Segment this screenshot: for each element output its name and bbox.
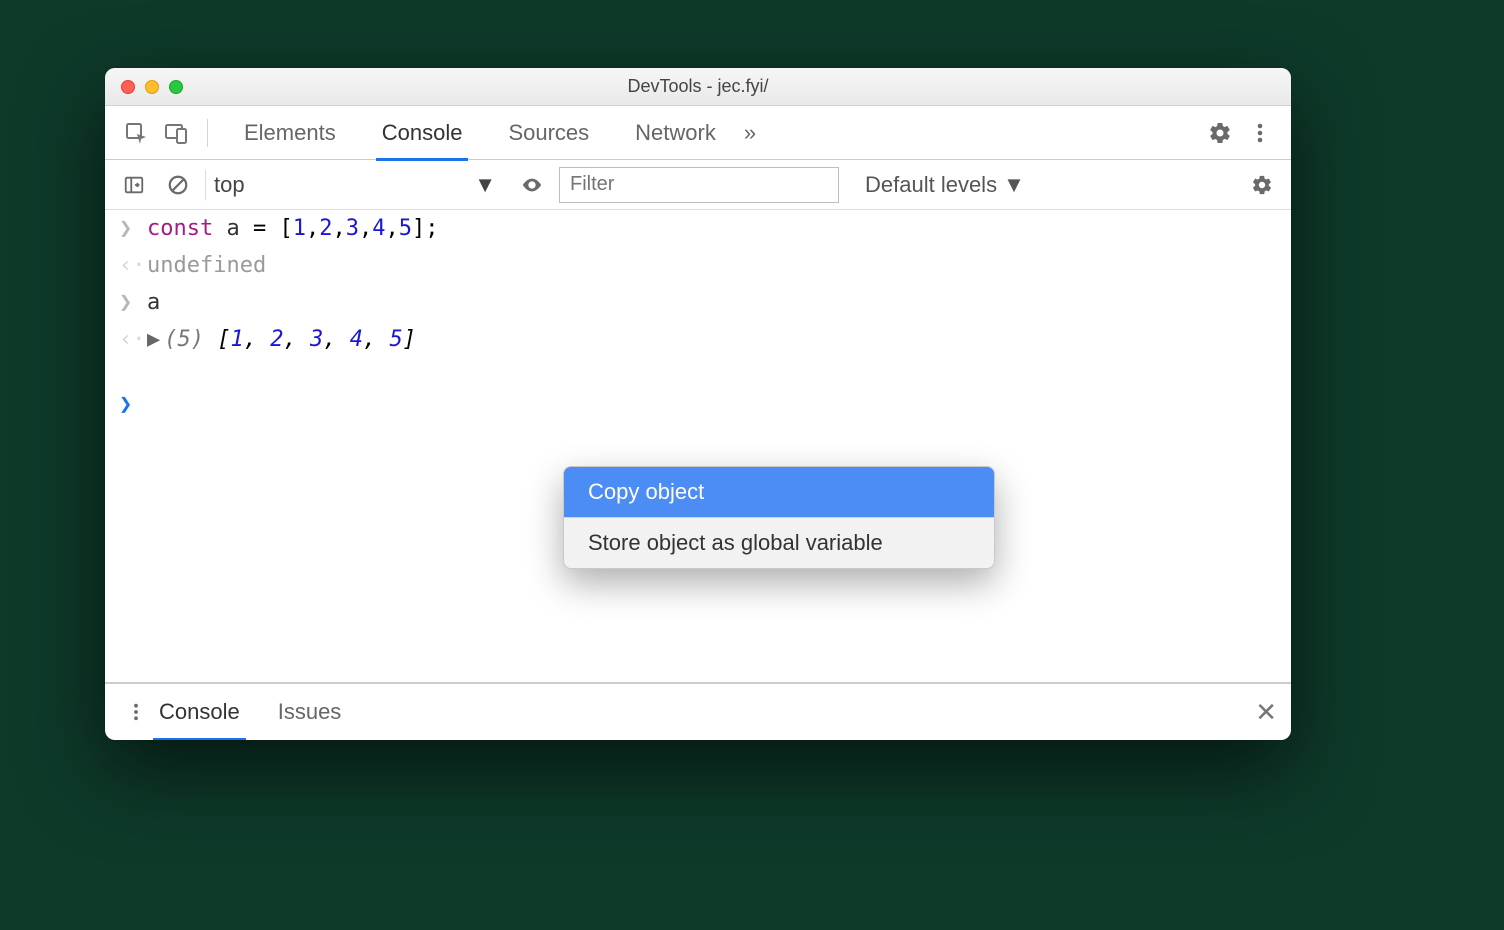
console-filter-input[interactable]	[559, 167, 839, 203]
console-output-value[interactable]: ▶(5) [1, 2, 3, 4, 5]	[147, 327, 416, 352]
console-output-value: undefined	[147, 253, 266, 278]
drawer-tabs: Console Issues	[157, 684, 343, 740]
tab-sources[interactable]: Sources	[506, 106, 591, 160]
output-chevron-icon: ‹·	[119, 253, 137, 278]
divider	[207, 119, 208, 147]
console-output-row: ‹· undefined	[105, 247, 1291, 284]
console-settings-gear-icon[interactable]	[1245, 168, 1279, 202]
console-toolbar: top ▼ Default levels ▼	[105, 160, 1291, 210]
levels-label: Default levels	[865, 172, 997, 198]
drawer-tab-console[interactable]: Console	[157, 684, 242, 740]
input-chevron-icon: ❯	[119, 216, 137, 241]
console-input-row: ❯ a	[105, 284, 1291, 321]
dropdown-triangle-icon: ▼	[1003, 172, 1025, 198]
settings-gear-icon[interactable]	[1203, 116, 1237, 150]
inspect-element-icon[interactable]	[119, 116, 153, 150]
console-prompt-row[interactable]: ❯	[105, 386, 1291, 423]
expander-triangle-icon[interactable]: ▶	[147, 327, 160, 352]
live-expression-eye-icon[interactable]	[515, 168, 549, 202]
prompt-chevron-icon: ❯	[119, 392, 137, 417]
input-chevron-icon: ❯	[119, 290, 137, 315]
dropdown-triangle-icon: ▼	[474, 172, 496, 198]
context-menu: Copy object Store object as global varia…	[563, 466, 995, 569]
devtools-tabbar: Elements Console Sources Network »	[105, 106, 1291, 160]
console-code: a	[147, 290, 160, 315]
drawer: Console Issues ✕	[105, 682, 1291, 740]
console-output-row[interactable]: ‹· ▶(5) [1, 2, 3, 4, 5]	[105, 321, 1291, 358]
context-label: top	[214, 172, 245, 198]
panel-tabs: Elements Console Sources Network	[242, 106, 718, 160]
clear-console-icon[interactable]	[161, 168, 195, 202]
execution-context-selector[interactable]: top ▼	[205, 169, 505, 201]
context-menu-store-global[interactable]: Store object as global variable	[564, 518, 994, 568]
window-titlebar: DevTools - jec.fyi/	[105, 68, 1291, 106]
tab-elements[interactable]: Elements	[242, 106, 338, 160]
devtools-window: DevTools - jec.fyi/ Elements Console Sou…	[105, 68, 1291, 740]
console-code: const a = [1,2,3,4,5];	[147, 216, 438, 241]
console-sidebar-toggle-icon[interactable]	[117, 168, 151, 202]
kebab-menu-icon[interactable]	[1243, 116, 1277, 150]
output-chevron-icon: ‹·	[119, 327, 137, 352]
context-menu-copy-object[interactable]: Copy object	[564, 467, 994, 517]
tab-console[interactable]: Console	[380, 106, 465, 160]
console-input-row: ❯ const a = [1,2,3,4,5];	[105, 210, 1291, 247]
console-body[interactable]: ❯ const a = [1,2,3,4,5]; ‹· undefined ❯ …	[105, 210, 1291, 682]
tab-network[interactable]: Network	[633, 106, 718, 160]
log-levels-selector[interactable]: Default levels ▼	[865, 172, 1025, 198]
drawer-tab-issues[interactable]: Issues	[276, 684, 344, 740]
drawer-kebab-icon[interactable]	[119, 695, 153, 729]
window-title: DevTools - jec.fyi/	[105, 76, 1291, 97]
close-drawer-icon[interactable]: ✕	[1255, 697, 1277, 728]
device-toolbar-icon[interactable]	[159, 116, 193, 150]
more-tabs-icon[interactable]: »	[744, 120, 756, 146]
